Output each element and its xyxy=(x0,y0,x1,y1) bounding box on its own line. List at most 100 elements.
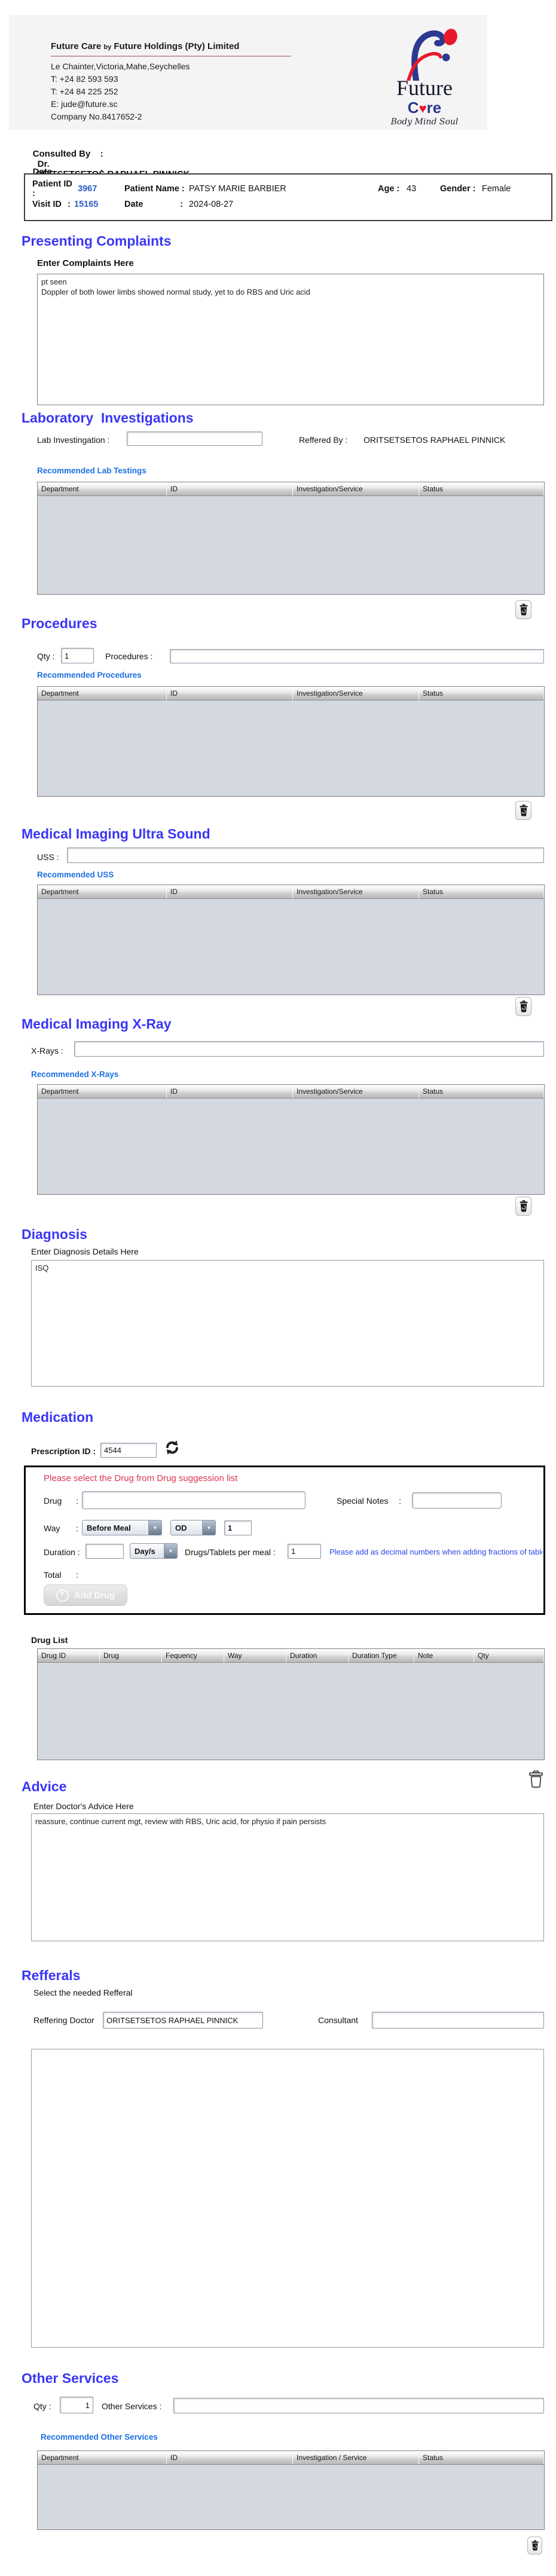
drug-list-label: Drug List xyxy=(31,1635,68,1645)
duration-input[interactable] xyxy=(85,1544,124,1559)
column-header-id[interactable]: ID xyxy=(167,2451,293,2465)
prescription-id-input[interactable] xyxy=(100,1443,157,1458)
way-qty-input[interactable] xyxy=(224,1520,252,1535)
gender-label: Gender : xyxy=(440,184,476,194)
advice-textarea[interactable]: reassure, continue current mgt, review w… xyxy=(31,1813,544,1941)
column-header-duration-type[interactable]: Duration Type xyxy=(349,1649,414,1663)
letterhead: Future Care by Future Holdings (Pty) Lim… xyxy=(9,15,487,130)
consultant-input[interactable] xyxy=(372,2012,544,2029)
other-qty-input[interactable] xyxy=(60,2397,93,2413)
age-label: Age : xyxy=(378,184,400,194)
column-header-status[interactable]: Status xyxy=(419,482,544,496)
recommended-uss-label: Recommended USS xyxy=(37,870,114,879)
column-header-drug-id[interactable]: Drug ID xyxy=(38,1649,100,1663)
column-header-investigation[interactable]: Investigation/Service xyxy=(293,482,419,496)
lab-results-table: Department ID Investigation/Service Stat… xyxy=(37,482,545,595)
company-name-main: Future Care xyxy=(51,41,104,51)
trash-icon xyxy=(520,804,527,816)
per-meal-input[interactable] xyxy=(288,1544,321,1559)
procedures-qty-label: Qty : xyxy=(37,651,55,661)
duration-unit-select[interactable]: Day/s xyxy=(130,1543,178,1559)
complaints-textarea[interactable]: pt seen Doppler of both lower limbs show… xyxy=(37,274,544,405)
trash-icon xyxy=(520,1000,527,1012)
referral-list-box[interactable] xyxy=(31,2049,544,2348)
column-header-department[interactable]: Department xyxy=(38,1085,167,1099)
lab-table-body[interactable] xyxy=(38,496,544,594)
delete-uss-button[interactable] xyxy=(515,997,531,1016)
column-header-id[interactable]: ID xyxy=(167,1085,293,1099)
colon: : xyxy=(399,1496,401,1506)
drug-warning-text: Please select the Drug from Drug suggess… xyxy=(44,1473,238,1483)
advice-label: Enter Doctor's Advice Here xyxy=(33,1801,134,1811)
company-email: E: jude@future.sc xyxy=(51,99,118,109)
referring-doctor-input[interactable] xyxy=(103,2012,263,2029)
column-header-frequency[interactable]: Fequency xyxy=(162,1649,224,1663)
duration-unit-value: Day/s xyxy=(135,1546,155,1556)
special-notes-input[interactable] xyxy=(412,1492,502,1509)
column-header-status[interactable]: Status xyxy=(419,885,544,899)
visit-id-label: Visit ID xyxy=(32,200,62,209)
column-header-way[interactable]: Way xyxy=(224,1649,286,1663)
lab-investigation-input[interactable] xyxy=(127,432,262,446)
column-header-id[interactable]: ID xyxy=(167,687,293,700)
column-header-qty[interactable]: Qty xyxy=(474,1649,544,1663)
frequency-select[interactable]: OD xyxy=(170,1520,216,1535)
column-header-id[interactable]: ID xyxy=(167,482,293,496)
xray-table-body[interactable] xyxy=(38,1099,544,1194)
column-header-department[interactable]: Department xyxy=(38,885,167,899)
column-header-investigation[interactable]: Investigation / Service xyxy=(293,2451,419,2465)
diagnosis-label: Enter Diagnosis Details Here xyxy=(31,1247,139,1256)
delete-other-service-button[interactable] xyxy=(527,2537,542,2554)
delete-lab-test-button[interactable] xyxy=(515,600,531,619)
delete-procedure-button[interactable] xyxy=(515,801,531,820)
drug-list-table-body[interactable] xyxy=(38,1663,544,1760)
drug-input[interactable] xyxy=(82,1491,306,1509)
column-header-status[interactable]: Status xyxy=(419,2451,544,2465)
section-title-diagnosis: Diagnosis xyxy=(22,1226,87,1242)
drug-entry-panel: Please select the Drug from Drug suggess… xyxy=(24,1466,545,1615)
refresh-prescription-button[interactable] xyxy=(164,1439,181,1458)
other-services-table-body[interactable] xyxy=(38,2465,544,2529)
patient-id-value: 3967 xyxy=(78,184,97,194)
other-services-input[interactable] xyxy=(173,2398,544,2413)
column-header-investigation[interactable]: Investigation/Service xyxy=(293,885,419,899)
column-header-department[interactable]: Department xyxy=(38,687,167,700)
meal-timing-select[interactable]: Before Meal xyxy=(82,1520,162,1535)
delete-xray-button[interactable] xyxy=(515,1197,531,1216)
patient-row-1: Patient ID : 3967 Patient Name : PATSY M… xyxy=(32,179,544,198)
procedures-label: Procedures : xyxy=(105,651,153,661)
total-label: Total xyxy=(44,1570,62,1580)
column-header-drug[interactable]: Drug xyxy=(100,1649,162,1663)
column-header-status[interactable]: Status xyxy=(419,687,544,700)
procedures-qty-input[interactable] xyxy=(61,648,94,663)
company-address: Le Chainter,Victoria,Mahe,Seychelles xyxy=(51,62,190,71)
company-phone-2: T: +24 84 225 252 xyxy=(51,87,118,96)
trash-icon xyxy=(531,2540,539,2550)
column-header-note[interactable]: Note xyxy=(414,1649,474,1663)
uss-input[interactable] xyxy=(67,848,544,863)
procedures-table-body[interactable] xyxy=(38,700,544,796)
visit-date-value: 2024-08-27 xyxy=(189,200,234,209)
column-header-duration[interactable]: Duration xyxy=(286,1649,349,1663)
frequency-value: OD xyxy=(175,1523,187,1532)
other-services-table: Department ID Investigation / Service St… xyxy=(37,2450,545,2530)
uss-table-body[interactable] xyxy=(38,899,544,995)
lab-table-header: Department ID Investigation/Service Stat… xyxy=(38,482,544,496)
other-services-table-header: Department ID Investigation / Service St… xyxy=(38,2451,544,2465)
add-drug-button[interactable]: Add Drug xyxy=(44,1584,128,1606)
drug-list-table: Drug ID Drug Fequency Way Duration Durat… xyxy=(37,1648,545,1760)
column-header-investigation[interactable]: Investigation/Service xyxy=(293,1085,419,1099)
referred-by-value: ORITSETSETOS RAPHAEL PINNICK xyxy=(363,435,506,445)
delete-drug-button[interactable] xyxy=(528,1770,543,1790)
trash-icon xyxy=(520,1200,527,1211)
procedures-input[interactable] xyxy=(170,649,544,663)
column-header-investigation[interactable]: Investigation/Service xyxy=(293,687,419,700)
column-header-department[interactable]: Department xyxy=(38,482,167,496)
column-header-department[interactable]: Department xyxy=(38,2451,167,2465)
section-title-advice: Advice xyxy=(22,1779,67,1794)
column-header-id[interactable]: ID xyxy=(167,885,293,899)
diagnosis-textarea[interactable]: ISQ xyxy=(31,1260,544,1387)
xray-input[interactable] xyxy=(74,1041,544,1057)
gender-value: Female xyxy=(482,184,511,194)
column-header-status[interactable]: Status xyxy=(419,1085,544,1099)
